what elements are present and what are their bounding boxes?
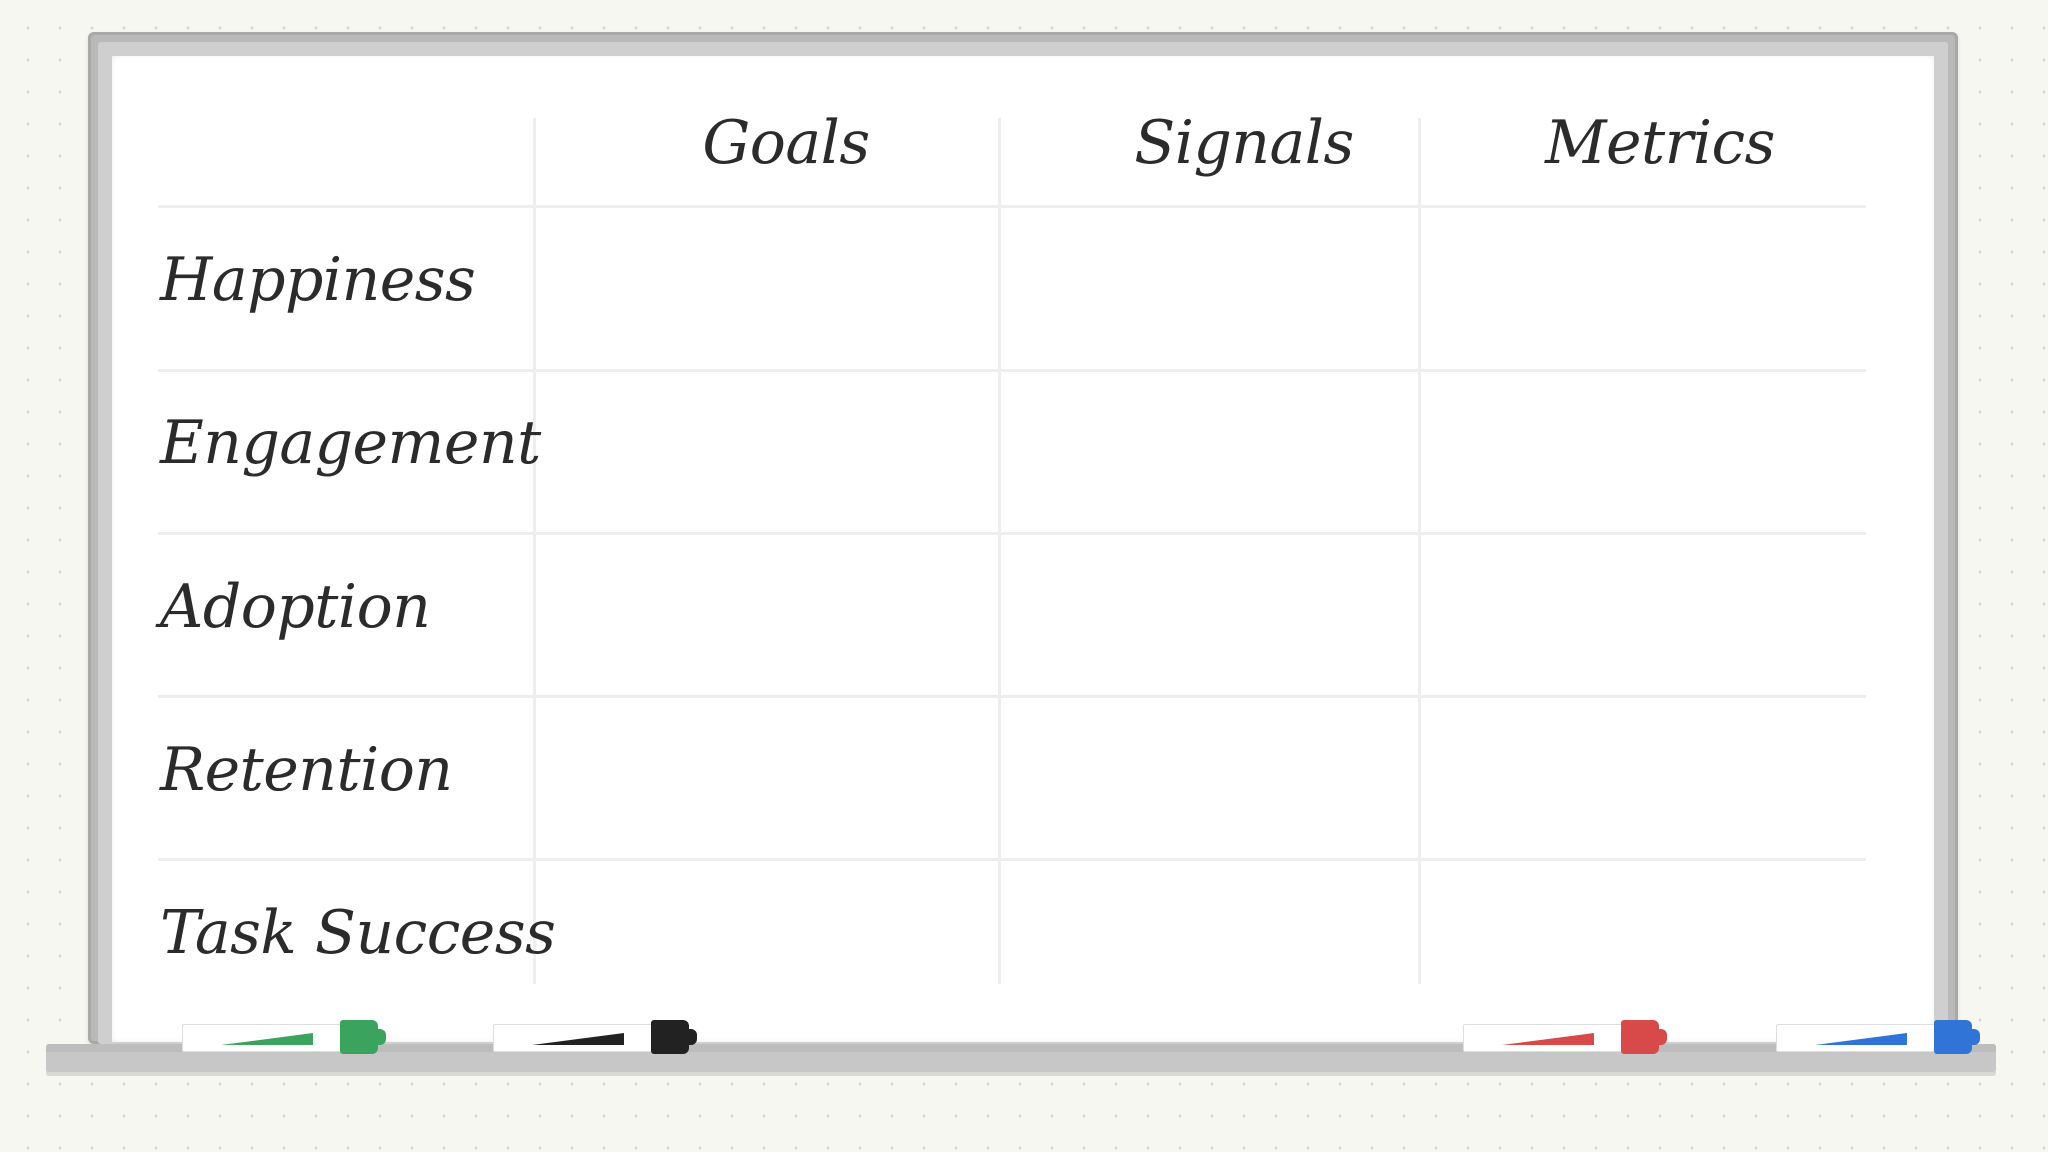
- whiteboard-surface: [112, 56, 1934, 1042]
- marker-cap: [1621, 1020, 1667, 1054]
- red-marker-icon: [1463, 1020, 1668, 1054]
- green-marker-icon: [182, 1020, 387, 1054]
- marker-body: [182, 1024, 344, 1052]
- marker-cap: [1934, 1020, 1980, 1054]
- black-marker-icon: [493, 1020, 698, 1054]
- blue-marker-icon: [1776, 1020, 1981, 1054]
- stage: Goals Signals Metrics Happiness Engageme…: [0, 0, 2048, 1152]
- marker-cap: [340, 1020, 386, 1054]
- marker-body: [493, 1024, 655, 1052]
- marker-cap: [651, 1020, 697, 1054]
- marker-body: [1463, 1024, 1625, 1052]
- marker-body: [1776, 1024, 1938, 1052]
